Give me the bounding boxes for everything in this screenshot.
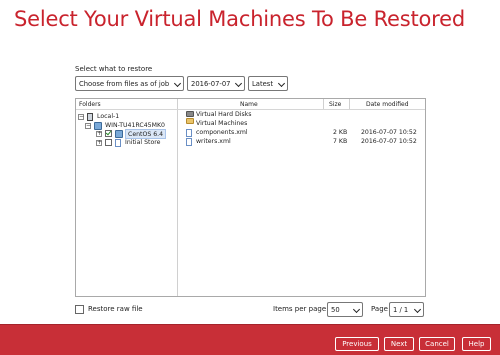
file-size: 2 KB [333,129,348,136]
chevron-down-icon [352,305,361,314]
folder-icon [186,118,194,124]
name-column-header[interactable]: Name [240,101,258,108]
restore-raw-label: Restore raw file [88,305,143,313]
folders-column-header[interactable]: Folders [79,101,101,108]
chevron-down-icon [173,79,182,88]
file-name[interactable]: components.xml [196,129,248,136]
collapse-icon[interactable]: − [85,123,91,129]
collapse-icon[interactable]: − [78,114,84,120]
previous-button[interactable]: Previous [335,337,379,351]
page-value: 1 / 1 [393,306,409,314]
date-value: 2016-07-07 [191,80,231,88]
tree-node-store[interactable]: Initial Store [125,138,160,147]
page-title: Select Your Virtual Machines To Be Resto… [14,7,465,31]
restore-label: Select what to restore [75,65,153,73]
column-separator [177,99,178,296]
vm-checkbox[interactable] [105,139,112,146]
footer-bar: Previous Next Cancel Help [0,324,500,355]
expand-icon[interactable]: + [96,131,102,137]
page-label: Page [371,305,388,313]
chevron-down-icon [413,305,422,314]
vm-icon [115,130,123,138]
chevron-down-icon [277,79,286,88]
file-size: 7 KB [333,138,348,145]
hard-disk-folder-icon [186,111,194,117]
items-per-page-label: Items per page [273,305,327,313]
tree-node-root[interactable]: Local-1 [97,112,119,121]
restore-mode-select[interactable]: Choose from files as of job [75,76,184,91]
time-value: Latest [252,80,274,88]
help-button[interactable]: Help [462,337,491,351]
next-button[interactable]: Next [384,337,414,351]
file-date: 2016-07-07 10:52 [361,138,417,145]
restore-raw-checkbox[interactable] [75,305,84,314]
date-column-header[interactable]: Date modified [366,101,409,108]
cancel-button[interactable]: Cancel [419,337,455,351]
snapshot-icon [115,139,121,147]
xml-file-icon [186,129,192,137]
server-icon [87,113,93,121]
xml-file-icon [186,138,192,146]
items-per-page-value: 50 [331,306,340,314]
date-select[interactable]: 2016-07-07 [187,76,245,91]
size-column-header[interactable]: Size [329,101,341,108]
expand-icon[interactable]: + [96,140,102,146]
host-icon [94,122,102,130]
items-per-page-select[interactable]: 50 [327,302,363,317]
file-date: 2016-07-07 10:52 [361,129,417,136]
header-divider [76,109,425,110]
chevron-down-icon [234,79,243,88]
time-select[interactable]: Latest [248,76,288,91]
restore-mode-value: Choose from files as of job [79,80,170,88]
vm-checkbox[interactable] [105,130,112,137]
file-browser: Folders Name Size Date modified − Local-… [75,98,426,297]
file-name[interactable]: Virtual Machines [196,120,247,127]
file-name[interactable]: Virtual Hard Disks [196,111,251,118]
page-select[interactable]: 1 / 1 [389,302,424,317]
file-name[interactable]: writers.xml [196,138,231,145]
